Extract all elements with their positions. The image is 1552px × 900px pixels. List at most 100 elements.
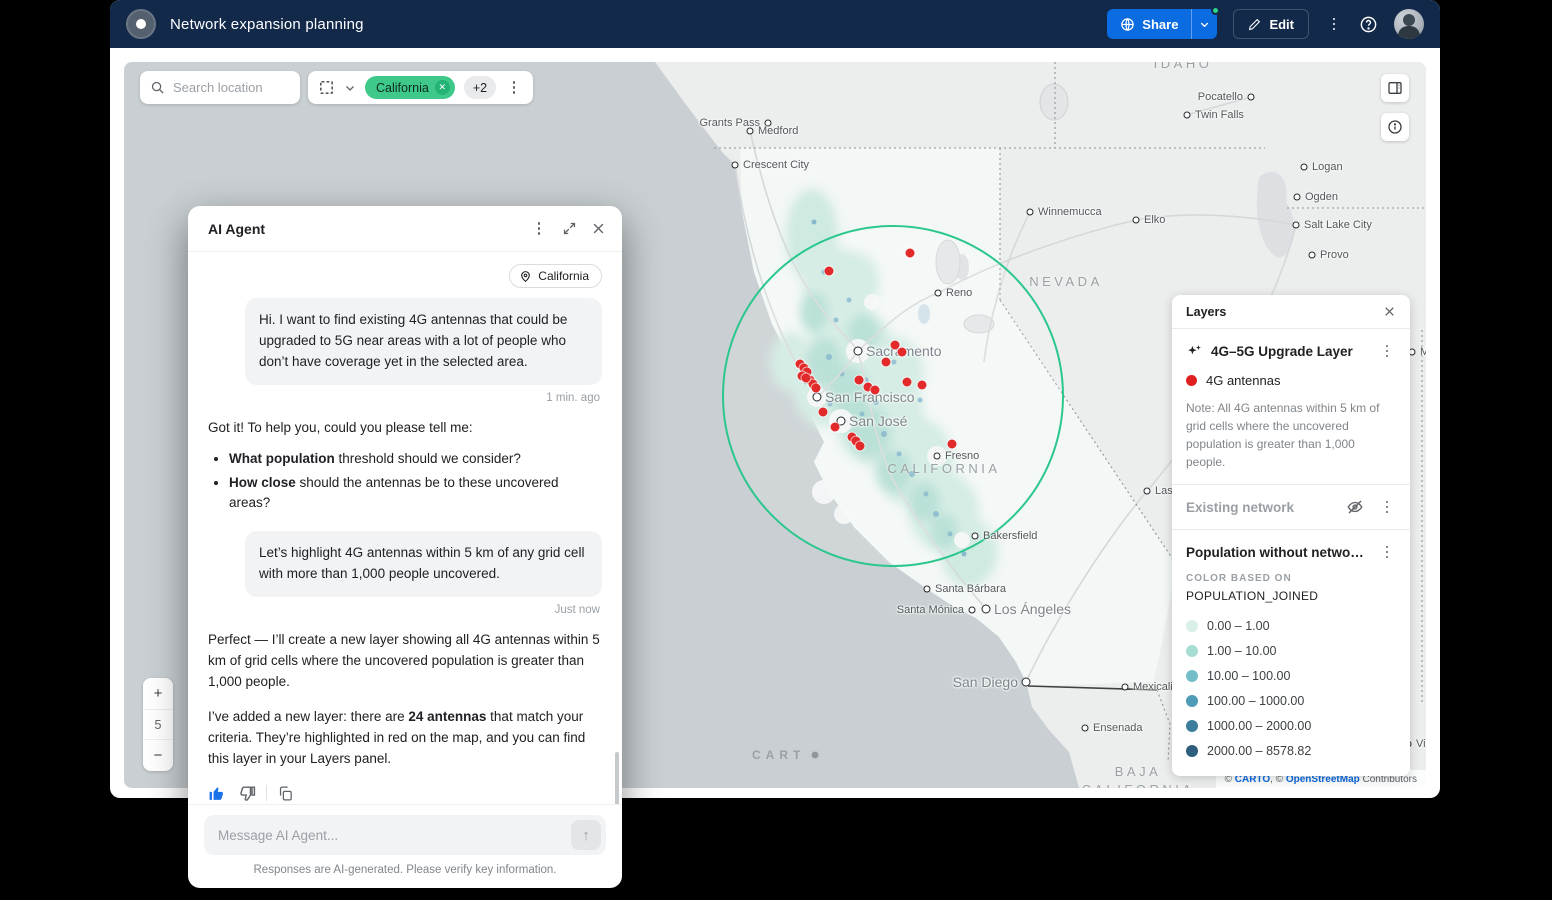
message-input[interactable] bbox=[218, 828, 560, 843]
antenna-dot[interactable] bbox=[906, 249, 915, 258]
message-timestamp: 1 min. ago bbox=[210, 392, 600, 404]
antenna-dot[interactable] bbox=[825, 267, 834, 276]
layers-panel: Layers 4G–5G Upgrade Layer 4G antennas bbox=[1172, 295, 1410, 776]
antenna-dot[interactable] bbox=[831, 423, 840, 432]
page-title: Network expansion planning bbox=[170, 16, 364, 33]
selected-area-chip-label: California bbox=[376, 81, 429, 95]
antenna-dot[interactable] bbox=[855, 376, 864, 385]
city-label: Ogden bbox=[1305, 191, 1338, 203]
header-actions: Share Edit bbox=[1107, 9, 1424, 39]
map-info-button[interactable] bbox=[1381, 113, 1409, 141]
city-dot bbox=[854, 347, 863, 356]
legend-swatch bbox=[1186, 645, 1198, 657]
existing-network-menu[interactable] bbox=[1378, 498, 1396, 516]
ai-agent-panel: AI Agent bbox=[188, 206, 622, 888]
upgrade-layer-name[interactable]: 4G–5G Upgrade Layer bbox=[1211, 344, 1370, 359]
help-icon[interactable] bbox=[1359, 15, 1378, 34]
carto-watermark: CART bbox=[752, 748, 822, 762]
antenna-dot[interactable] bbox=[802, 374, 811, 383]
draw-selection-icon[interactable] bbox=[318, 79, 335, 96]
list-item: How close should the antennas be to thes… bbox=[229, 473, 602, 514]
agent-message: Got it! To help you, could you please te… bbox=[208, 418, 602, 439]
location-search bbox=[140, 71, 300, 104]
more-areas-chip[interactable]: +2 bbox=[464, 76, 496, 99]
population-legend: 0.00 – 1.001.00 – 10.0010.00 – 100.00100… bbox=[1186, 613, 1396, 763]
antenna-dot[interactable] bbox=[871, 386, 880, 395]
search-input[interactable] bbox=[173, 80, 283, 95]
city-label: Santa Bárbara bbox=[935, 583, 1006, 595]
edit-button[interactable]: Edit bbox=[1233, 9, 1309, 39]
city-dot bbox=[969, 607, 976, 614]
layers-close-icon[interactable] bbox=[1383, 305, 1396, 318]
layers-panel-title: Layers bbox=[1186, 305, 1226, 319]
feedback-row bbox=[208, 784, 602, 803]
workspace-logo[interactable] bbox=[126, 9, 156, 39]
filter-more-menu[interactable] bbox=[505, 79, 523, 97]
side-panel-toggle-button[interactable] bbox=[1381, 74, 1409, 102]
header-more-menu[interactable] bbox=[1325, 15, 1343, 33]
antenna-dot[interactable] bbox=[898, 348, 907, 357]
antenna-dot[interactable] bbox=[903, 378, 912, 387]
city-label: Medford bbox=[758, 125, 798, 137]
city-dot bbox=[1184, 112, 1191, 119]
thumbs-up-icon[interactable] bbox=[208, 784, 227, 803]
legend-row: 1000.00 – 2000.00 bbox=[1186, 713, 1396, 738]
copy-icon[interactable] bbox=[277, 785, 294, 802]
share-status-dot bbox=[1211, 6, 1220, 15]
ai-panel-menu[interactable] bbox=[530, 220, 548, 238]
send-icon[interactable]: ↑ bbox=[571, 820, 601, 850]
expand-icon[interactable] bbox=[562, 221, 577, 236]
antenna-dot[interactable] bbox=[918, 381, 927, 390]
antenna-legend-label: 4G antennas bbox=[1206, 373, 1280, 388]
thumbs-down-icon[interactable] bbox=[237, 784, 256, 803]
chevron-down-icon bbox=[1199, 19, 1210, 30]
legend-range-label: 10.00 – 100.00 bbox=[1207, 669, 1290, 683]
city-dot bbox=[1027, 209, 1034, 216]
stage: Network expansion planning Share bbox=[0, 0, 1552, 900]
share-button[interactable]: Share bbox=[1107, 9, 1191, 39]
legend-swatch bbox=[1186, 620, 1198, 632]
layers-panel-header: Layers bbox=[1172, 295, 1410, 329]
filter-chevron-down-icon[interactable] bbox=[344, 82, 356, 94]
location-pin-icon bbox=[519, 270, 532, 283]
antenna-dot[interactable] bbox=[856, 442, 865, 451]
state-label: NEVADA bbox=[1029, 274, 1103, 289]
city-dot bbox=[813, 393, 822, 402]
antenna-dot[interactable] bbox=[882, 358, 891, 367]
legend-range-label: 1000.00 – 2000.00 bbox=[1207, 719, 1311, 733]
legend-swatch bbox=[1186, 670, 1198, 682]
upgrade-layer-menu[interactable] bbox=[1378, 342, 1396, 360]
city-label: Mexicali bbox=[1133, 681, 1173, 693]
selected-area-chip[interactable]: California ✕ bbox=[365, 76, 455, 99]
antenna-dot[interactable] bbox=[819, 408, 828, 417]
population-layer-section: Population without netwo… COLOR BASED ON… bbox=[1172, 530, 1410, 776]
city-label: Vista bbox=[1416, 738, 1426, 750]
zoom-out-button[interactable]: − bbox=[143, 740, 173, 771]
antenna-dot[interactable] bbox=[948, 440, 957, 449]
visibility-off-icon[interactable] bbox=[1346, 498, 1364, 516]
existing-network-name[interactable]: Existing network bbox=[1186, 500, 1338, 515]
city-dot bbox=[935, 290, 942, 297]
ai-panel-footer: ↑ Responses are AI-generated. Please ver… bbox=[188, 804, 622, 888]
city-label: Elko bbox=[1144, 214, 1165, 226]
list-item: What population threshold should we cons… bbox=[229, 449, 602, 469]
city-dot bbox=[1122, 684, 1129, 691]
context-area-chip[interactable]: California bbox=[509, 264, 602, 288]
legend-range-label: 1.00 – 10.00 bbox=[1207, 644, 1277, 658]
globe-icon bbox=[1120, 17, 1135, 32]
remove-chip-icon[interactable]: ✕ bbox=[435, 80, 450, 95]
ai-panel-close-icon[interactable] bbox=[591, 221, 606, 236]
city-label: Moab bbox=[1420, 346, 1426, 358]
city-label: Winnemucca bbox=[1038, 206, 1102, 218]
zoom-in-button[interactable]: + bbox=[143, 678, 173, 709]
population-layer-menu[interactable] bbox=[1378, 543, 1396, 561]
city-label: San José bbox=[849, 413, 907, 429]
user-avatar[interactable] bbox=[1394, 9, 1424, 39]
population-layer-name[interactable]: Population without netwo… bbox=[1186, 545, 1370, 560]
upgrade-layer-section: 4G–5G Upgrade Layer 4G antennas Note: Al… bbox=[1172, 329, 1410, 485]
city-label: Logan bbox=[1312, 161, 1343, 173]
city-label: Twin Falls bbox=[1195, 109, 1244, 121]
user-message: Hi. I want to find existing 4G antennas … bbox=[245, 298, 602, 385]
chat-scrollbar[interactable] bbox=[615, 752, 619, 804]
antenna-dot[interactable] bbox=[812, 384, 821, 393]
